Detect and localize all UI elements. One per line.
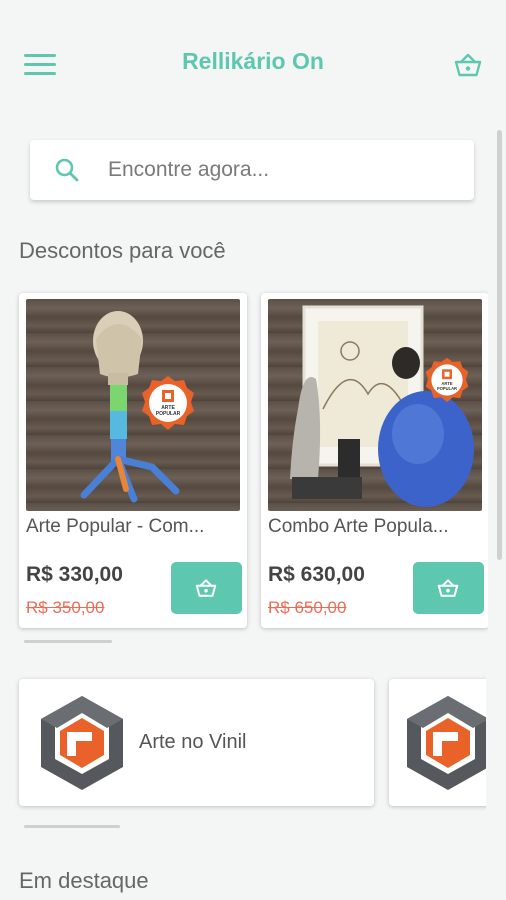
- category-card[interactable]: [389, 679, 486, 806]
- category-card[interactable]: Arte no Vinil: [19, 679, 374, 806]
- rellikario-logo-icon: [41, 696, 123, 790]
- app-bar: Rellikário On: [0, 0, 506, 120]
- product-name: Arte Popular - Com...: [26, 516, 205, 537]
- sculpture-image: [80, 311, 180, 503]
- arte-popular-badge: ARTE POPULAR: [142, 376, 194, 430]
- product-price: R$ 330,00: [26, 563, 123, 586]
- svg-text:POPULAR: POPULAR: [437, 386, 457, 391]
- basket-icon: [437, 579, 459, 597]
- product-image: [26, 299, 240, 511]
- product-card[interactable]: ARTE POPULAR Arte Popular - Com... R$ 33…: [19, 293, 247, 628]
- product-price: R$ 630,00: [268, 563, 365, 586]
- search-input[interactable]: [108, 148, 458, 192]
- discount-carousel[interactable]: ARTE POPULAR Arte Popular - Com... R$ 33…: [0, 290, 488, 635]
- category-scroll-indicator: [24, 825, 120, 828]
- add-to-cart-button[interactable]: [413, 562, 484, 614]
- app-title: Rellikário On: [182, 48, 324, 74]
- add-to-cart-button[interactable]: [171, 562, 242, 614]
- category-label: Arte no Vinil: [139, 731, 247, 753]
- product-old-price: R$ 650,00: [268, 598, 347, 617]
- rellikario-logo-icon: [407, 696, 486, 790]
- category-carousel[interactable]: Arte no Vinil: [0, 676, 486, 811]
- combo-image: [290, 305, 474, 507]
- product-card[interactable]: ARTE POPULAR Combo Arte Popula... R$ 630…: [261, 293, 488, 628]
- basket-icon: [195, 579, 217, 597]
- carousel-scroll-indicator: [24, 640, 112, 643]
- svg-text:POPULAR: POPULAR: [156, 411, 181, 417]
- basket-icon[interactable]: [454, 52, 482, 78]
- page-scrollbar[interactable]: [497, 130, 502, 560]
- search-bar: [30, 140, 474, 200]
- arte-popular-badge: ARTE POPULAR: [425, 357, 469, 403]
- product-old-price: R$ 350,00: [26, 598, 105, 617]
- search-icon: [55, 158, 79, 182]
- product-image: [268, 299, 482, 511]
- featured-title: Em destaque: [19, 868, 149, 893]
- discounts-title: Descontos para você: [19, 238, 226, 263]
- product-name: Combo Arte Popula...: [268, 516, 449, 537]
